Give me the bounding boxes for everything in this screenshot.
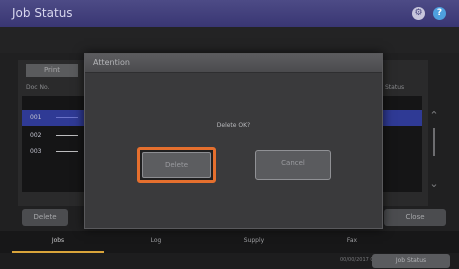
close-button[interactable]: Close bbox=[384, 209, 446, 226]
row-number: 003 bbox=[30, 148, 42, 155]
tab-supply[interactable]: Supply bbox=[208, 231, 300, 253]
help-icon[interactable]: ? bbox=[433, 7, 446, 20]
job-status-screen: Job Status ⚙ ? Print Doc No. Status 001 … bbox=[0, 0, 459, 269]
dialog-message: Delete OK? bbox=[216, 122, 251, 129]
dialog-title: Attention bbox=[93, 58, 130, 67]
row-progress bbox=[56, 135, 78, 136]
bottom-nav: Jobs Log Supply Fax bbox=[0, 231, 459, 253]
title-bar: Job Status ⚙ ? bbox=[0, 0, 459, 27]
confirm-dialog: Attention Delete OK? Delete Cancel bbox=[84, 53, 383, 229]
tab-print[interactable]: Print bbox=[26, 64, 78, 77]
window-title: Job Status bbox=[12, 6, 73, 20]
tab-log[interactable]: Log bbox=[110, 231, 202, 253]
row-progress bbox=[56, 151, 78, 152]
delete-button-label[interactable]: Delete bbox=[142, 152, 211, 178]
delete-button[interactable]: Delete bbox=[137, 147, 216, 183]
scroll-down-icon[interactable]: ⌄ bbox=[428, 178, 440, 190]
cancel-button[interactable]: Cancel bbox=[255, 150, 331, 180]
column-header-status: Status bbox=[385, 84, 405, 91]
scrollbar[interactable] bbox=[433, 128, 435, 156]
tab-jobs[interactable]: Jobs bbox=[12, 231, 104, 253]
status-bar: 00/00/2017 00:00 Job Status bbox=[0, 253, 459, 269]
row-number: 002 bbox=[30, 132, 42, 139]
delete-job-button[interactable]: Delete bbox=[22, 209, 68, 226]
dialog-header: Attention bbox=[85, 54, 382, 73]
job-status-button[interactable]: Job Status bbox=[372, 254, 450, 268]
row-number: 001 bbox=[30, 114, 42, 121]
row-progress bbox=[56, 117, 78, 118]
tab-fax[interactable]: Fax bbox=[306, 231, 398, 253]
gear-icon[interactable]: ⚙ bbox=[412, 7, 425, 20]
scroll-up-icon[interactable]: ⌃ bbox=[428, 110, 440, 122]
column-header-doc-no: Doc No. bbox=[26, 84, 50, 91]
top-strip bbox=[0, 27, 459, 53]
